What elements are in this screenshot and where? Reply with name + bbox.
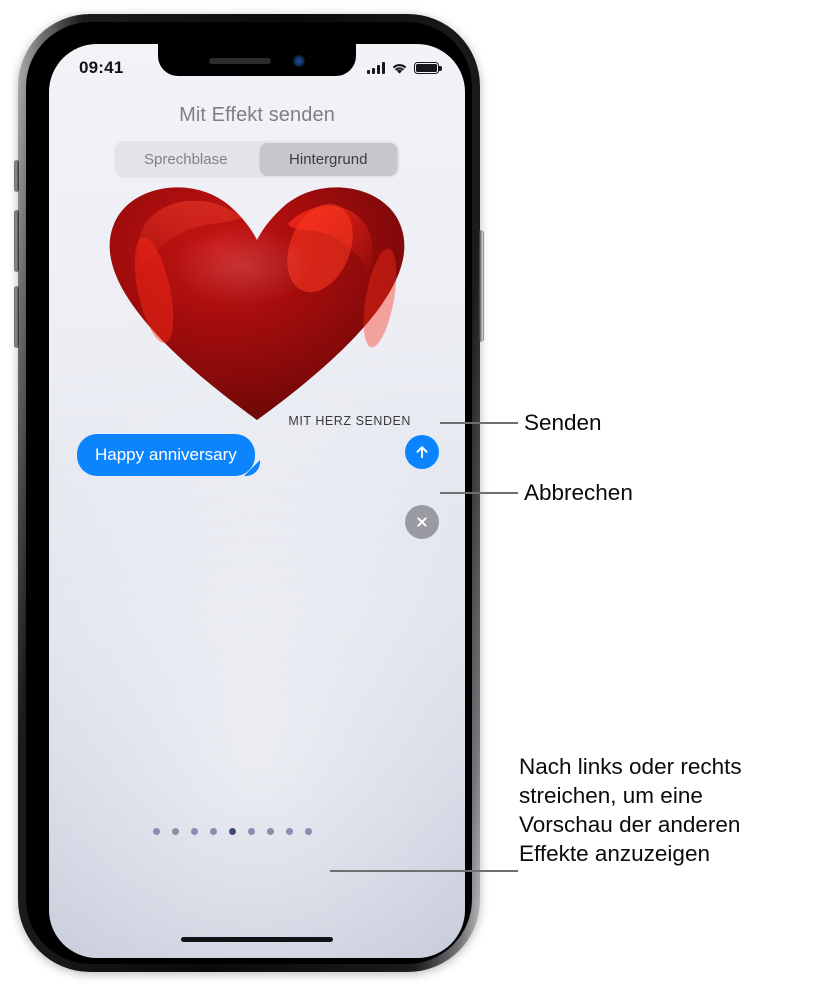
effect-type-segmented-control[interactable]: Sprechblase Hintergrund <box>114 141 400 178</box>
leader-line-swipe <box>330 870 518 872</box>
callout-abbrechen: Abbrechen <box>524 480 633 505</box>
page-dot-active[interactable] <box>229 828 236 835</box>
volume-up-button[interactable] <box>14 210 19 272</box>
front-camera-icon <box>293 55 305 67</box>
leader-line-abbrechen <box>440 492 518 494</box>
page-dot[interactable] <box>305 828 312 835</box>
leader-line-senden <box>440 422 518 424</box>
effect-preview-area <box>49 162 465 432</box>
arrow-up-icon <box>416 446 428 459</box>
page-dot[interactable] <box>210 828 217 835</box>
page-title: Mit Effekt senden <box>179 104 335 126</box>
message-bubble[interactable]: Happy anniversary <box>77 434 255 476</box>
page-dot[interactable] <box>191 828 198 835</box>
screenshot-root: 09:41 Mit Effekt senden Sprechblase Hint… <box>0 0 833 984</box>
cancel-button[interactable] <box>405 505 439 539</box>
page-dot[interactable] <box>153 828 160 835</box>
page-dot[interactable] <box>248 828 255 835</box>
power-button[interactable] <box>479 230 484 342</box>
earpiece-speaker-icon <box>209 58 271 64</box>
callout-swipe-hint: Nach links oder rechts streichen, um ein… <box>519 754 742 866</box>
effect-page-dots[interactable] <box>153 828 312 835</box>
phone-bezel: 09:41 Mit Effekt senden Sprechblase Hint… <box>26 22 472 964</box>
cellular-signal-icon <box>367 62 385 74</box>
red-heart-balloon-icon <box>109 187 405 420</box>
page-dot[interactable] <box>267 828 274 835</box>
volume-down-button[interactable] <box>14 286 19 348</box>
phone-screen: 09:41 Mit Effekt senden Sprechblase Hint… <box>49 44 465 958</box>
status-time: 09:41 <box>79 58 124 77</box>
notch <box>158 44 356 76</box>
close-x-icon <box>417 517 427 527</box>
iphone-frame: 09:41 Mit Effekt senden Sprechblase Hint… <box>14 14 484 972</box>
home-indicator[interactable] <box>181 937 333 942</box>
status-indicators <box>367 62 442 75</box>
effect-name-label: MIT HERZ SENDEN <box>288 414 411 428</box>
page-dot[interactable] <box>286 828 293 835</box>
wifi-icon <box>392 63 407 74</box>
segment-sprechblase[interactable]: Sprechblase <box>117 143 256 176</box>
silent-switch[interactable] <box>14 160 19 192</box>
send-button[interactable] <box>405 435 439 469</box>
page-dot[interactable] <box>172 828 179 835</box>
battery-full-icon <box>414 62 442 74</box>
segment-hintergrund[interactable]: Hintergrund <box>259 143 398 176</box>
callout-senden: Senden <box>524 410 602 435</box>
message-bubble-row: Happy anniversary <box>77 434 439 480</box>
